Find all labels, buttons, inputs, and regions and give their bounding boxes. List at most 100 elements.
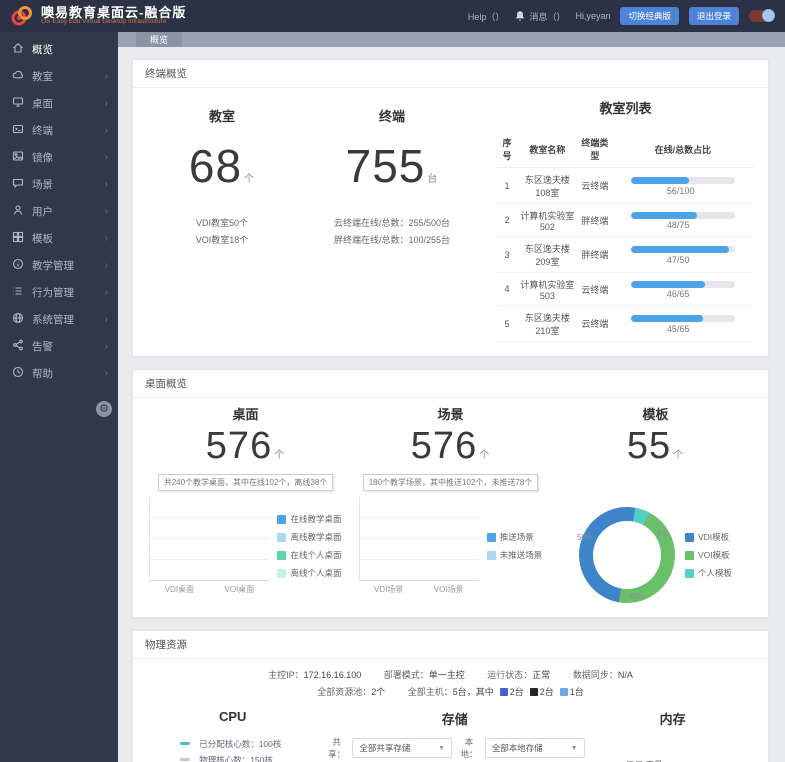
- desktop-count: 576 个: [205, 425, 286, 467]
- col-type: 终端类型: [577, 131, 612, 168]
- table-row[interactable]: 2 计算机实验室502 胖终端 48/75: [497, 203, 754, 237]
- scene-count: 576 个: [410, 425, 491, 467]
- classroom-sub-voi: VOI教室18个: [195, 235, 249, 246]
- sidebar-item-1[interactable]: 教室 ›: [0, 63, 118, 90]
- chevron-right-icon: ›: [104, 233, 108, 244]
- app-subtitle: OS-Easy Edu Virtual Desktop Infrastructu…: [41, 18, 167, 26]
- chat-icon: [12, 177, 24, 192]
- chevron-right-icon: ›: [104, 368, 108, 379]
- card-title: 物理资源: [133, 631, 768, 659]
- sidebar-item-label: 帮助: [32, 368, 53, 380]
- sidebar-item-8[interactable]: 教学管理 ›: [0, 252, 118, 279]
- host-state-square: [499, 688, 508, 697]
- online-ratio-bar: [630, 211, 735, 219]
- home-icon: [12, 42, 24, 57]
- sidebar-item-10[interactable]: 系统管理 ›: [0, 306, 118, 333]
- memory-section: 内存 已用/容量：750/1000GB 已用率75%: [587, 709, 758, 762]
- chevron-right-icon: ›: [104, 341, 108, 352]
- grid-icon: [12, 231, 24, 246]
- table-row[interactable]: 1 东区逸夫楼108室 云终端 56/100: [497, 167, 754, 204]
- col-no: 序号: [497, 131, 517, 168]
- classroom-sub-vdi: VDI教室50个: [195, 218, 248, 228]
- sidebar-item-3[interactable]: 终端 ›: [0, 117, 118, 144]
- col-name: 教室名称: [516, 131, 578, 168]
- cloud-icon: [12, 69, 24, 84]
- sidebar-item-11[interactable]: 告警 ›: [0, 333, 118, 360]
- sidebar-item-7[interactable]: 模板 ›: [0, 225, 118, 252]
- app-title: 噢易教育桌面云-融合版: [41, 4, 187, 20]
- terminal-sub-fat: 胖终端在线/总数：100/255台: [333, 235, 451, 246]
- desktop-overview-card: 桌面概览 桌面 576 个 共240个教学桌面，其中在线102个，离线38个 VD…: [132, 369, 769, 618]
- sidebar-item-12[interactable]: 帮助 ›: [0, 360, 118, 387]
- classroom-list: 教室列表 序号 教室名称 终端类型 在线/总数占比 1 东区逸夫楼108室 云终端 5…: [487, 98, 754, 342]
- sidebar-item-label: 桌面: [32, 98, 53, 110]
- clock-icon: [12, 366, 24, 381]
- host-state-square: [529, 688, 538, 697]
- user-menu[interactable]: Hi,yeyan: [575, 11, 610, 21]
- online-ratio-bar: [630, 315, 735, 323]
- help-link[interactable]: Help（）: [468, 10, 505, 23]
- desktop-icon: [12, 96, 24, 111]
- online-ratio-text: 45/65: [666, 323, 690, 334]
- chevron-right-icon: ›: [104, 98, 108, 109]
- sidebar-item-9[interactable]: 行为管理 ›: [0, 279, 118, 306]
- table-row[interactable]: 3 东区逸夫楼209室 胖终端 47/50: [497, 236, 754, 273]
- classroom-list-title: 教室列表: [599, 101, 652, 116]
- table-row[interactable]: 4 计算机实验室503 云终端 46/65: [497, 272, 754, 306]
- sidebar: 概览 教室 › 桌面 › 终端 › 镜像 › 场景 › 用户 › 模板 › 教学管理 › 行为管理 › 系统管理 › 告警…: [0, 32, 118, 762]
- legend-item: VOI模板: [684, 549, 730, 561]
- local-storage-select[interactable]: 全部本地存储 ▼: [484, 738, 585, 759]
- sidebar-gear-icon[interactable]: ⚙: [96, 401, 112, 417]
- classroom-count: 68 个: [188, 140, 256, 192]
- template-donut-chart: 5% 45% 50% VDI模板 VOI模板 个人模板: [553, 507, 758, 603]
- globe-icon: [12, 312, 24, 327]
- logout-button[interactable]: 退出登录: [688, 7, 739, 25]
- memory-title: 内存: [659, 712, 686, 728]
- template-count: 55 个: [626, 425, 685, 467]
- storage-section: 存储 共享： 全部共享存储▼ 已用/容量：750/1000GB: [322, 709, 587, 762]
- chevron-right-icon: ›: [104, 287, 108, 298]
- pie-slice-label: 5%: [657, 529, 669, 538]
- toggle-knob: [762, 9, 775, 22]
- legend-item: 在线教学桌面: [277, 513, 342, 525]
- pie-slice-label: 50%: [576, 533, 593, 542]
- sidebar-item-2[interactable]: 桌面 ›: [0, 90, 118, 117]
- terminal-sub-cloud: 云终端在线/总数：255/500台: [333, 218, 451, 228]
- messages-link[interactable]: 消息（）: [514, 10, 565, 23]
- host-state-square: [559, 688, 568, 697]
- storage-title: 存储: [441, 712, 468, 728]
- scene-bar-chart: VDI场景 VOI场景 推送场景 未推送场景: [348, 497, 553, 595]
- table-row[interactable]: 5 东区逸夫楼210室 云终端 45/65: [497, 305, 754, 342]
- desktop-label: 桌面: [232, 407, 259, 422]
- sidebar-item-label: 系统管理: [32, 314, 74, 326]
- sidebar-item-0[interactable]: 概览: [0, 36, 118, 63]
- switch-classic-button[interactable]: 切换经典版: [620, 7, 679, 25]
- sidebar-item-label: 教学管理: [32, 260, 74, 272]
- table-header-row: 序号 教室名称 终端类型 在线/总数占比: [497, 131, 754, 168]
- sidebar-item-5[interactable]: 场景 ›: [0, 171, 118, 198]
- app-header: 噢易教育桌面云-融合版 OS-Easy Edu Virtual Desktop …: [0, 0, 785, 32]
- cpu-section: CPU 已分配核心数：100核物理核心数：150核正在运行核心数：10核: [143, 709, 322, 762]
- template-chart-col: 模板 55 个 5% 45% 50% VDI模板 VOI模板 个人模板: [553, 404, 758, 603]
- terminal-overview-card: 终端概览 教室 68个 VDI教室50个 VOI教室18个 终端 755台: [132, 59, 769, 357]
- terminal-label: 终端: [378, 109, 405, 124]
- theme-toggle[interactable]: [749, 9, 775, 22]
- online-ratio-text: 48/75: [666, 220, 690, 231]
- legend-item: 离线教学桌面: [277, 531, 342, 543]
- share-icon: [12, 339, 24, 354]
- scene-label: 场景: [437, 407, 464, 422]
- chevron-right-icon: ›: [104, 206, 108, 217]
- sidebar-item-6[interactable]: 用户 ›: [0, 198, 118, 225]
- tab-overview[interactable]: 概览: [136, 32, 183, 47]
- cluster-info-row2: 全部资源池：2个 全部主机：5台，其中 2台 2台 1台: [317, 687, 584, 698]
- chevron-right-icon: ›: [104, 125, 108, 136]
- shared-storage-select[interactable]: 全部共享存储 ▼: [352, 738, 453, 759]
- legend-item: 物理核心数：150核: [180, 754, 273, 762]
- online-ratio-text: 46/65: [666, 289, 690, 300]
- tab-strip: 概览: [118, 32, 785, 47]
- col-ratio: 在线/总数占比: [611, 131, 754, 168]
- legend-item: 未推送场景: [486, 549, 542, 561]
- legend-item: 已分配核心数：100核: [180, 738, 281, 750]
- sidebar-item-4[interactable]: 镜像 ›: [0, 144, 118, 171]
- shared-storage-block: 共享： 全部共享存储▼ 已用/容量：750/1000GB 已用率75%: [325, 736, 453, 762]
